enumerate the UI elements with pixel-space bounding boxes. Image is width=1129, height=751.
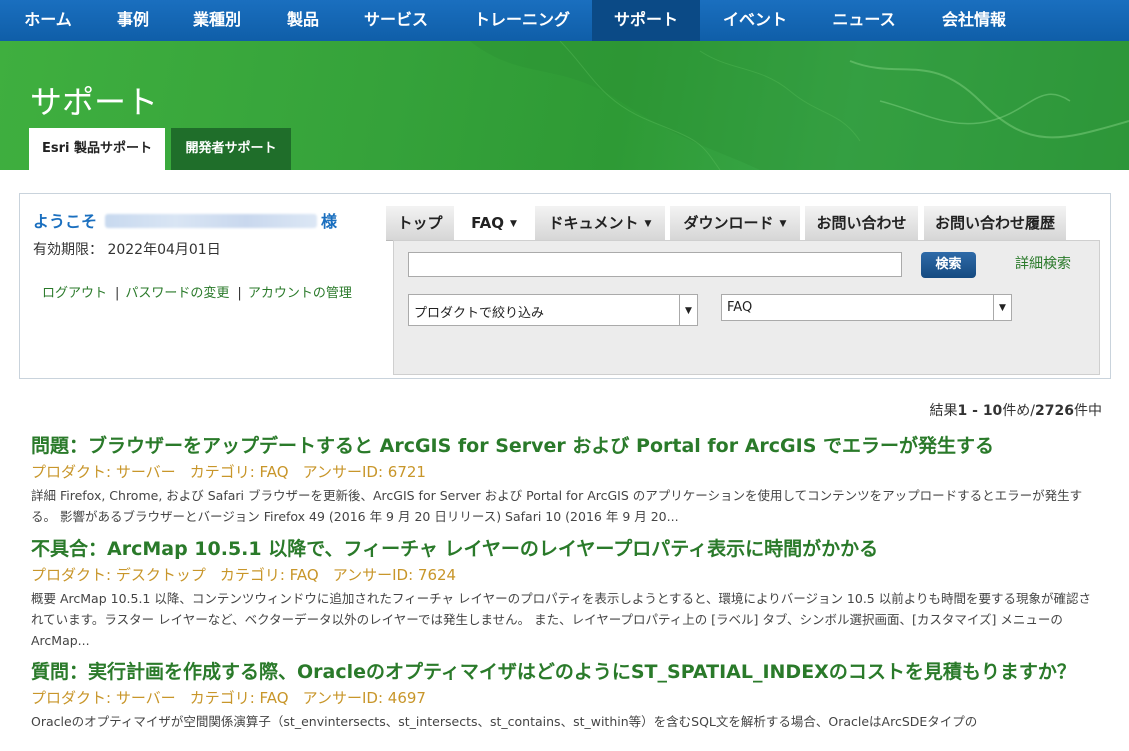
- result-meta: プロダクト: デスクトップ カテゴリ: FAQ アンサーID: 7624: [31, 564, 1101, 586]
- search-tab-documents[interactable]: ドキュメント ▼: [535, 206, 665, 241]
- page-title: サポート: [30, 83, 159, 121]
- tab-developer-support[interactable]: 開発者サポート: [171, 128, 291, 170]
- search-tab-faq[interactable]: FAQ ▼: [459, 206, 529, 240]
- change-password-link[interactable]: パスワードの変更: [125, 286, 229, 301]
- result-product: プロダクト: デスクトップ: [31, 566, 206, 584]
- nav-item-products[interactable]: 製品: [270, 0, 336, 41]
- nav-item-company[interactable]: 会社情報: [928, 0, 1020, 41]
- top-nav-bar: ホーム 事例 業種別 製品 サービス トレーニング サポート イベント ニュース…: [0, 0, 1129, 41]
- search-tab-contact[interactable]: お問い合わせ: [805, 206, 918, 241]
- type-filter-select[interactable]: FAQ ▼: [721, 294, 1012, 321]
- search-tab-contact-history[interactable]: お問い合わせ履歴: [924, 206, 1066, 241]
- results-count-suffix: 件中: [1074, 403, 1102, 419]
- tab-esri-product-support[interactable]: Esri 製品サポート: [29, 128, 165, 170]
- result-title-link[interactable]: 問題：ブラウザーをアップデートすると ArcGIS for Server および…: [31, 434, 1101, 459]
- support-banner: サポート Esri 製品サポート 開発者サポート: [0, 41, 1129, 170]
- result-item: 質問：実行計画を作成する際、OracleのオプティマイザはどのようにST_SPA…: [31, 660, 1101, 732]
- link-separator: |: [115, 286, 120, 301]
- search-input[interactable]: [408, 252, 902, 277]
- results-count-prefix: 結果: [929, 403, 958, 419]
- account-search-panel: ようこそ 様 有効期限： 2022年04月01日 ログアウト | パスワードの変更 | ア…: [19, 193, 1111, 379]
- result-meta: プロダクト: サーバー カテゴリ: FAQ アンサーID: 4697: [31, 687, 1101, 709]
- link-separator: |: [237, 286, 242, 301]
- results-range: 1 - 10: [957, 403, 1003, 419]
- nav-item-support[interactable]: サポート: [592, 0, 700, 41]
- chevron-down-icon: ▼: [779, 219, 787, 229]
- result-description: 概要 ArcMap 10.5.1 以降、コンテンツウィンドウに追加されたフィーチ…: [31, 591, 1091, 648]
- results-total: 2726: [1035, 403, 1074, 419]
- search-tab-downloads[interactable]: ダウンロード ▼: [670, 206, 800, 241]
- nav-item-industries[interactable]: 業種別: [180, 0, 254, 41]
- search-button[interactable]: 検索: [921, 252, 976, 278]
- welcome-prefix: ようこそ: [33, 212, 98, 231]
- chevron-down-icon: ▼: [644, 219, 652, 229]
- search-box: トップ FAQ ▼ ドキュメント ▼ ダウンロード ▼ お問い合わせ お問い合わせ履歴…: [386, 206, 1110, 376]
- account-links: ログアウト | パスワードの変更 | アカウントの管理: [42, 282, 352, 301]
- results-count: 結果1 - 10件め/2726件中: [930, 400, 1102, 420]
- result-title-link[interactable]: 不具合：ArcMap 10.5.1 以降で、フィーチャ レイヤーのレイヤープロパ…: [31, 537, 1101, 562]
- result-meta: プロダクト: サーバー カテゴリ: FAQ アンサーID: 6721: [31, 461, 1101, 483]
- search-tab-top[interactable]: トップ: [386, 206, 454, 241]
- terrain-texture: [470, 41, 1129, 170]
- search-tab-label: お問い合わせ履歴: [934, 214, 1055, 232]
- result-title-link[interactable]: 質問：実行計画を作成する際、OracleのオプティマイザはどのようにST_SPA…: [31, 660, 1101, 685]
- search-tab-label: ドキュメント: [548, 214, 639, 232]
- welcome-suffix: 様: [321, 212, 338, 231]
- result-item: 不具合：ArcMap 10.5.1 以降で、フィーチャ レイヤーのレイヤープロパ…: [31, 537, 1101, 651]
- nav-item-services[interactable]: サービス: [350, 0, 442, 41]
- user-name-redacted: [105, 214, 318, 228]
- chevron-down-icon: ▼: [509, 219, 517, 229]
- result-category: カテゴリ: FAQ: [219, 566, 319, 584]
- logout-link[interactable]: ログアウト: [42, 286, 107, 301]
- manage-account-link[interactable]: アカウントの管理: [248, 286, 352, 301]
- result-category: カテゴリ: FAQ: [189, 689, 289, 707]
- nav-item-home[interactable]: ホーム: [10, 0, 86, 41]
- product-filter-select[interactable]: プロダクトで絞り込み ▼: [408, 294, 698, 326]
- type-filter-value: FAQ: [727, 300, 753, 315]
- result-description: 詳細 Firefox, Chrome, および Safari ブラウザーを更新後…: [31, 488, 1083, 524]
- result-answer-id: アンサーID: 6721: [302, 463, 426, 481]
- result-item: 問題：ブラウザーをアップデートすると ArcGIS for Server および…: [31, 434, 1101, 527]
- result-answer-id: アンサーID: 4697: [302, 689, 426, 707]
- nav-item-training[interactable]: トレーニング: [458, 0, 586, 41]
- search-area: 検索 詳細検索 プロダクトで絞り込み ▼ FAQ ▼: [393, 240, 1100, 375]
- product-filter-value: プロダクトで絞り込み: [414, 306, 545, 321]
- nav-item-news[interactable]: ニュース: [818, 0, 910, 41]
- search-tab-label: ダウンロード: [683, 214, 774, 232]
- advanced-search-link[interactable]: 詳細検索: [1015, 253, 1071, 273]
- result-answer-id: アンサーID: 7624: [332, 566, 457, 584]
- search-tab-label: トップ: [397, 214, 443, 232]
- result-product: プロダクト: サーバー: [31, 463, 176, 481]
- welcome-message: ようこそ 様: [33, 208, 337, 232]
- result-category: カテゴリ: FAQ: [189, 463, 289, 481]
- expiry-label: 有効期限：: [33, 242, 103, 258]
- nav-item-cases[interactable]: 事例: [100, 0, 166, 41]
- results-count-mid: 件め/: [1002, 403, 1036, 419]
- expiry-info: 有効期限： 2022年04月01日: [33, 239, 221, 259]
- chevron-down-icon[interactable]: ▼: [679, 295, 697, 325]
- result-product: プロダクト: サーバー: [31, 689, 176, 707]
- expiry-date: 2022年04月01日: [107, 242, 221, 258]
- search-tab-label: お問い合わせ: [816, 214, 907, 232]
- chevron-down-icon[interactable]: ▼: [993, 295, 1011, 320]
- nav-item-events[interactable]: イベント: [710, 0, 800, 41]
- result-description: Oracleのオプティマイザが空間関係演算子（st_envintersects、…: [31, 714, 978, 729]
- search-tab-label: FAQ: [471, 214, 504, 232]
